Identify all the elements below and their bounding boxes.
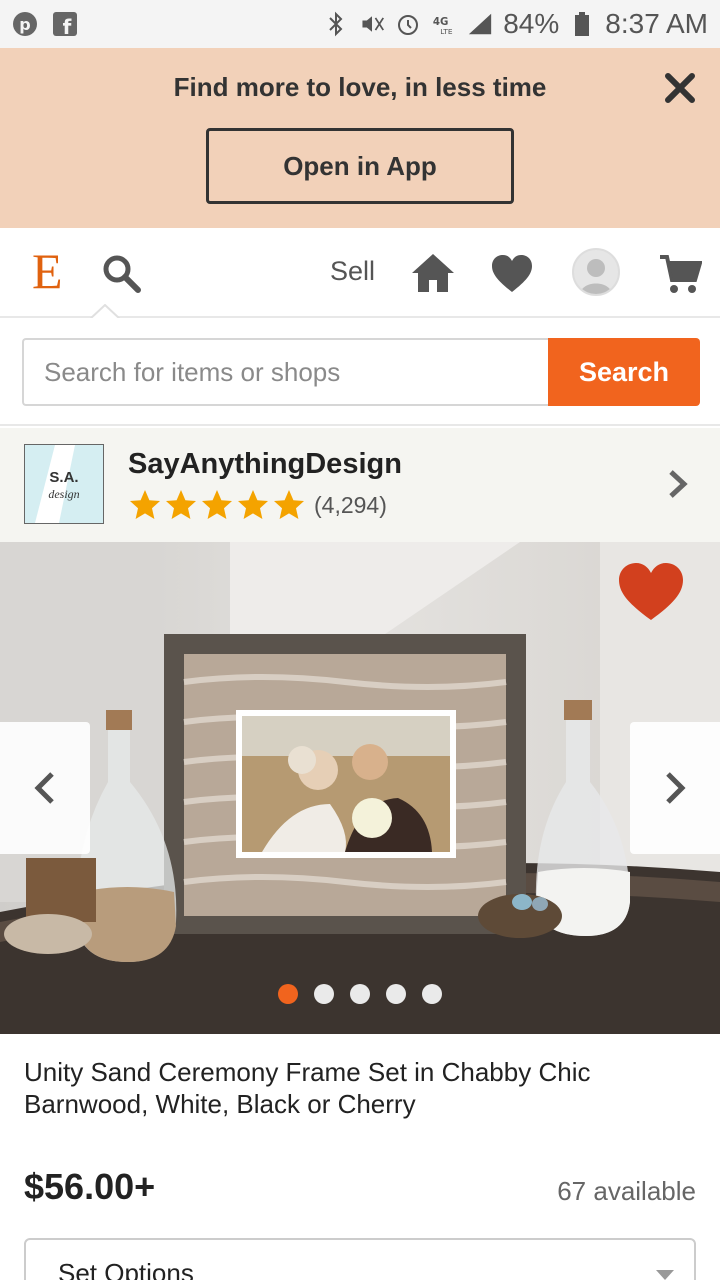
app-banner: Find more to love, in less time Open in … [0,48,720,228]
banner-title: Find more to love, in less time [173,72,547,102]
status-time: 8:37 AM [605,8,708,39]
shop-name[interactable]: SayAnythingDesign [128,448,402,481]
product-image-carousel[interactable] [0,542,720,1034]
battery-percent: 84% [503,8,560,39]
carousel-dot[interactable] [278,984,298,1004]
shop-logo-text: S.A. [49,469,79,486]
avatar[interactable] [572,248,620,296]
svg-text:p: p [19,15,30,34]
star-icon [166,490,196,519]
product-title: Unity Sand Ceremony Frame Set in Chabby … [24,1057,591,1119]
signal-icon [467,11,493,37]
heart-icon[interactable] [490,252,534,296]
carousel-dot[interactable] [314,984,334,1004]
open-in-app-button[interactable]: Open in App [206,128,514,204]
search-input[interactable] [22,338,550,406]
star-icon [202,490,232,519]
star-icon [238,490,268,519]
status-bar: p f 4G LTE 84% 8:37 AM [0,0,720,48]
mute-icon [359,11,385,37]
search-button[interactable]: Search [548,338,700,406]
search-icon[interactable] [100,252,144,296]
etsy-logo[interactable]: E [32,246,63,296]
alarm-icon [395,11,421,37]
home-icon[interactable] [410,250,456,296]
pinterest-icon: p [12,11,38,37]
carousel-next-button[interactable] [630,722,720,854]
carousel-dot[interactable] [386,984,406,1004]
chevron-right-icon [666,772,686,804]
search-bar: Search [0,318,720,426]
svg-text:f: f [63,15,72,37]
svg-text:4G: 4G [433,17,448,28]
shop-logo: S.A. design [24,444,104,524]
star-icon [130,490,160,519]
shop-logo-subtext: design [48,487,80,501]
chevron-right-icon [669,470,688,498]
carousel-dot[interactable] [350,984,370,1004]
bluetooth-icon [323,11,349,37]
battery-icon [569,11,595,37]
sell-link[interactable]: Sell [330,256,375,287]
cart-icon[interactable] [658,252,702,296]
product-price: $56.00+ [24,1166,156,1207]
chevron-left-icon [34,772,54,804]
shop-header[interactable]: S.A. design SayAnythingDesign (4,294) [0,428,720,542]
facebook-icon: f [52,11,78,37]
product-photo [0,542,720,1034]
set-options-select[interactable]: Set Options [24,1238,696,1280]
svg-text:LTE: LTE [441,27,454,36]
set-options-label: Set Options [58,1258,194,1280]
carousel-dots [0,984,720,1004]
lte-icon: 4G LTE [431,11,457,37]
carousel-dot[interactable] [422,984,442,1004]
chevron-down-icon [656,1270,674,1280]
star-icon [274,490,304,519]
close-icon[interactable] [662,70,698,106]
availability: 67 available [557,1176,696,1206]
review-count: (4,294) [314,491,387,518]
shop-rating: (4,294) [128,488,387,522]
favorite-heart-icon[interactable] [616,560,686,624]
carousel-prev-button[interactable] [0,722,90,854]
